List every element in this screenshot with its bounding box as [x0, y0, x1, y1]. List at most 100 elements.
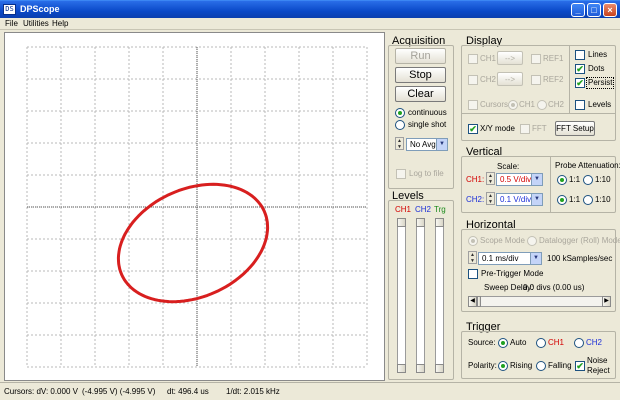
- cursors-checkbox[interactable]: [468, 100, 478, 110]
- ref2-label: REF2: [543, 75, 564, 84]
- persist-checkbox[interactable]: ✔: [575, 78, 585, 88]
- minimize-button[interactable]: _: [571, 3, 585, 17]
- dots-checkbox[interactable]: ✔: [575, 64, 585, 74]
- cursor-ch2-radio[interactable]: [537, 100, 547, 110]
- noise-reject-checkbox[interactable]: ✔: [575, 361, 585, 371]
- datalogger-mode-radio[interactable]: [527, 236, 537, 246]
- single-shot-label: single shot: [408, 120, 447, 129]
- rising-radio[interactable]: [498, 361, 508, 371]
- status-bar: Cursors: dV: 0.000 V (-4.995 V) (-4.995 …: [0, 382, 620, 400]
- levels-checkbox[interactable]: [575, 100, 585, 110]
- sweep-delay-thumb[interactable]: [477, 296, 481, 307]
- ch1-level-slider[interactable]: [397, 218, 406, 373]
- ch1-to-ref1-button[interactable]: -->: [497, 51, 523, 65]
- ch1-probe-1x-radio[interactable]: [557, 175, 567, 185]
- ch2-level-thumb-bottom[interactable]: [416, 364, 425, 373]
- falling-radio[interactable]: [536, 361, 546, 371]
- chevron-down-icon: ▼: [531, 194, 542, 205]
- pretrigger-checkbox[interactable]: [468, 269, 478, 279]
- dots-label: Dots: [588, 64, 605, 73]
- pretrigger-label: Pre-Trigger Mode: [481, 269, 544, 278]
- trg-level-thumb-bottom[interactable]: [435, 364, 444, 373]
- sweep-delay-scrollbar[interactable]: [468, 296, 611, 307]
- sweep-delay-value: 0.0 divs (0.00 us): [523, 283, 585, 292]
- app-icon: DS: [3, 4, 16, 15]
- ch2-probe-1x-label: 1:1: [569, 195, 581, 204]
- cursor-dt-readout: dt: 496.4 us: [167, 387, 209, 396]
- clear-button[interactable]: Clear: [395, 86, 446, 102]
- trg-level-thumb[interactable]: [435, 218, 444, 227]
- trigger-ch1-label: CH1: [548, 338, 565, 347]
- ref1-checkbox[interactable]: [531, 54, 541, 64]
- lines-checkbox[interactable]: [575, 50, 585, 60]
- ch2-level-thumb[interactable]: [416, 218, 425, 227]
- maximize-button[interactable]: □: [587, 3, 601, 17]
- cursor-ch1-radio[interactable]: [508, 100, 518, 110]
- ch1-scale-spinner[interactable]: ▲ ▼: [486, 172, 495, 185]
- cursor-freq-readout: 1/dt: 2.015 kHz: [226, 387, 280, 396]
- ref1-label: REF1: [543, 54, 564, 63]
- window-title: DPScope: [20, 4, 60, 14]
- ch2-scale-spinner[interactable]: ▲ ▼: [486, 192, 495, 205]
- noise-reject-label-1: Noise: [587, 356, 608, 365]
- ch1-level-thumb[interactable]: [397, 218, 406, 227]
- fft-checkbox[interactable]: [520, 124, 530, 134]
- scope-display[interactable]: [4, 32, 385, 381]
- ch2-level-slider[interactable]: [416, 218, 425, 373]
- close-button[interactable]: ×: [603, 3, 617, 17]
- title-bar: DS DPScope _ □ ×: [0, 0, 620, 18]
- trigger-ch1-radio[interactable]: [536, 338, 546, 348]
- ch2-display-label: CH2: [480, 75, 497, 84]
- run-button[interactable]: Run: [395, 48, 446, 64]
- log-to-file-checkbox[interactable]: [396, 169, 406, 179]
- stop-button[interactable]: Stop: [395, 67, 446, 83]
- cursor-ch1-label: CH1: [519, 100, 536, 109]
- ch1-display-label: CH1: [480, 54, 497, 63]
- ref2-checkbox[interactable]: [531, 75, 541, 85]
- fft-setup-button[interactable]: FFT Setup: [555, 121, 595, 136]
- continuous-label: continuous: [408, 108, 447, 117]
- ch2-probe-1x-radio[interactable]: [557, 195, 567, 205]
- trigger-ch2-radio[interactable]: [574, 338, 584, 348]
- trg-level-slider[interactable]: [435, 218, 444, 373]
- scale-label: Scale:: [497, 162, 520, 171]
- chevron-down-icon: ▼: [436, 139, 447, 150]
- timebase-select[interactable]: 0.1 ms/div ▼: [478, 252, 542, 265]
- trigger-auto-radio[interactable]: [498, 338, 508, 348]
- fft-label: FFT: [532, 124, 547, 133]
- timebase-spinner[interactable]: ▲ ▼: [468, 251, 477, 264]
- noise-reject-label-2: Reject: [587, 366, 610, 375]
- trigger-source-label: Source:: [468, 338, 496, 347]
- scroll-left-arrow[interactable]: ◀: [468, 296, 477, 307]
- xy-mode-checkbox[interactable]: ✔: [468, 124, 478, 134]
- scroll-right-arrow[interactable]: ▶: [602, 296, 611, 307]
- lines-label: Lines: [588, 50, 608, 59]
- levels-trg-label: Trg: [434, 205, 446, 214]
- ch2-scale-select[interactable]: 0.1 V/div ▼: [496, 193, 543, 206]
- xy-mode-label: X/Y mode: [480, 124, 515, 133]
- ch2-to-ref2-button[interactable]: -->: [497, 72, 523, 86]
- ch1-probe-10x-label: 1:10: [595, 175, 611, 184]
- ch1-display-checkbox[interactable]: [468, 54, 478, 64]
- chevron-down-icon: ▼: [530, 253, 541, 264]
- ch1-probe-10x-radio[interactable]: [583, 175, 593, 185]
- ch1-level-thumb-bottom[interactable]: [397, 364, 406, 373]
- single-shot-radio[interactable]: [395, 120, 405, 130]
- avg-select[interactable]: No Avg ▼: [406, 138, 448, 151]
- continuous-radio[interactable]: [395, 108, 405, 118]
- ch1-scale-select[interactable]: 0.5 V/div ▼: [496, 173, 543, 186]
- ch2-probe-10x-radio[interactable]: [583, 195, 593, 205]
- menu-help[interactable]: Help: [52, 18, 68, 30]
- datalogger-mode-label: Datalogger (Roll) Mode: [539, 236, 620, 245]
- scope-svg: [26, 46, 368, 368]
- menu-utilities[interactable]: Utilities: [23, 18, 49, 30]
- avg-spinner[interactable]: ▲ ▼: [395, 137, 404, 150]
- log-to-file-label: Log to file: [409, 169, 444, 178]
- ch2-display-checkbox[interactable]: [468, 75, 478, 85]
- persist-label: Persist: [586, 77, 615, 89]
- menu-file[interactable]: File: [5, 18, 18, 30]
- scope-mode-radio[interactable]: [468, 236, 478, 246]
- cursor-ch2-label: CH2: [548, 100, 565, 109]
- ch2-scale-value: 0.1 V/div: [500, 195, 532, 204]
- trigger-ch2-label: CH2: [586, 338, 603, 347]
